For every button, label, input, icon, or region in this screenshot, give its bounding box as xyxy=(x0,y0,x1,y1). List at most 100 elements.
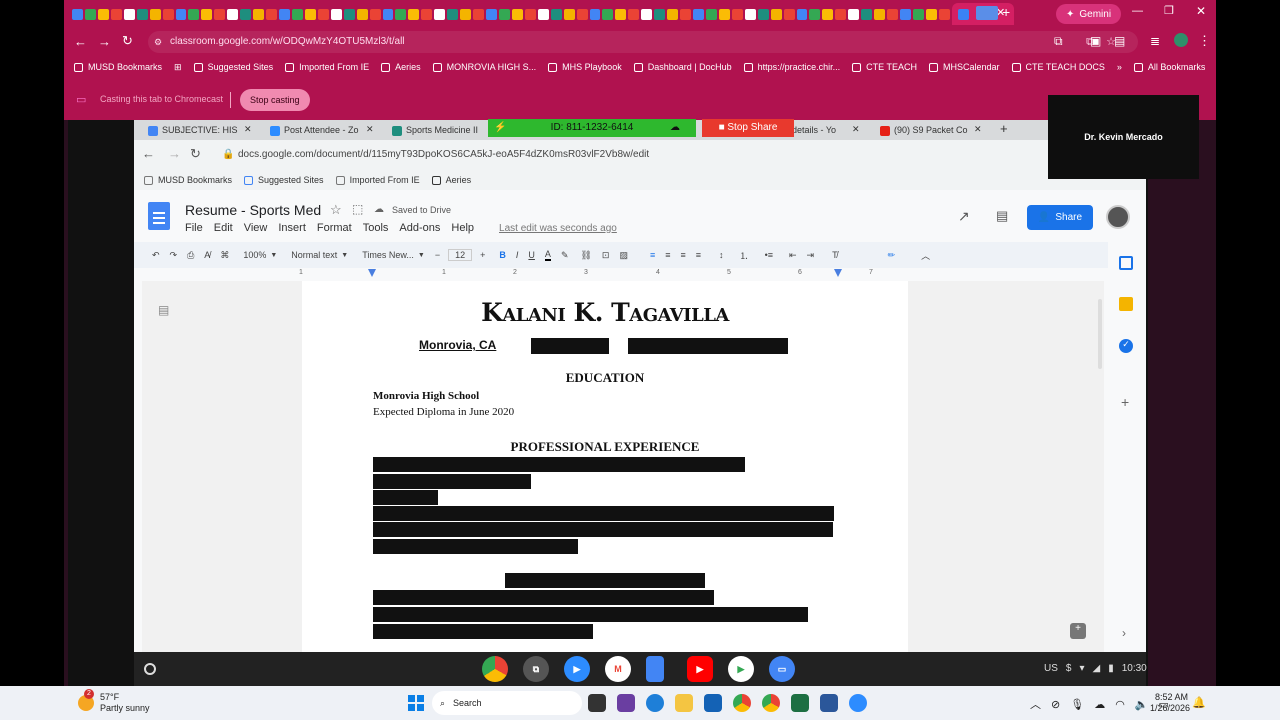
wifi-icon[interactable]: ◠ xyxy=(1115,698,1125,711)
play-store-icon[interactable]: ▶ xyxy=(728,656,754,682)
tab-favicon-icon[interactable] xyxy=(796,8,808,20)
tab-favicon-icon[interactable] xyxy=(110,8,122,20)
tab-favicon-icon[interactable] xyxy=(72,8,83,20)
meet-now-icon[interactable]: ⊘ xyxy=(1051,698,1060,711)
align-left-icon[interactable]: ≡ xyxy=(650,250,655,260)
document-page[interactable]: Kalani K. Tagavilla Monrovia, CA EDUCATI… xyxy=(302,281,908,652)
apps-grid-icon[interactable]: ⊞ xyxy=(174,62,182,73)
image-icon[interactable]: ▨ xyxy=(619,250,628,261)
new-tab-button[interactable]: + xyxy=(1002,4,1010,20)
text-color-icon[interactable]: A xyxy=(544,249,551,261)
tasks-icon[interactable]: ✓ xyxy=(1119,339,1133,353)
tab-favicon-icon[interactable] xyxy=(84,8,96,20)
forward-icon[interactable]: → xyxy=(98,34,111,49)
tab-favicon-icon[interactable] xyxy=(938,8,950,20)
tab-close-icon[interactable]: ✕ xyxy=(366,124,374,135)
bookmark-item[interactable]: https://practice.chir... xyxy=(743,62,840,72)
collapse-icon[interactable]: ︿ xyxy=(921,249,930,262)
tab-favicon-icon[interactable] xyxy=(563,8,575,20)
volume-icon[interactable]: 🔈 xyxy=(1135,698,1149,711)
inner-tab[interactable]: Post Attendee - Zo xyxy=(266,122,366,139)
align-center-icon[interactable]: ≡ xyxy=(665,250,670,260)
chrome-icon[interactable] xyxy=(733,694,751,712)
onedrive-icon[interactable]: ☁ xyxy=(1094,698,1105,711)
inner-tab[interactable]: (90) S9 Packet Co xyxy=(876,122,974,139)
sidepanel-icon[interactable]: ▣ xyxy=(1090,34,1101,48)
bookmark-item[interactable]: MONROVIA HIGH S... xyxy=(432,62,536,72)
tab-favicon-icon[interactable] xyxy=(201,8,213,20)
numbered-list-icon[interactable]: ⒈ xyxy=(740,249,749,262)
tab-favicon-icon[interactable] xyxy=(175,8,187,20)
menu-help[interactable]: Help xyxy=(451,222,474,234)
zoom-icon[interactable]: ▶ xyxy=(564,656,590,682)
paint-format-icon[interactable]: ⌘ xyxy=(220,250,229,261)
bookmark-item[interactable]: Dashboard | DocHub xyxy=(633,62,732,72)
menu-file[interactable]: File xyxy=(185,222,203,234)
tab-favicon-icon[interactable] xyxy=(770,8,782,20)
tab-favicon-icon[interactable] xyxy=(434,8,446,20)
tab-favicon-icon[interactable] xyxy=(615,8,627,20)
docs-icon[interactable] xyxy=(646,656,664,682)
task-view-icon[interactable] xyxy=(588,694,606,712)
decrease-font-icon[interactable]: − xyxy=(435,250,440,260)
add-addon-icon[interactable]: + xyxy=(1121,394,1129,410)
calendar-icon[interactable] xyxy=(1119,256,1133,270)
tab-favicon-icon[interactable] xyxy=(589,8,601,20)
redo-icon[interactable]: ↷ xyxy=(170,250,178,261)
bookmark-item[interactable]: Suggested Sites xyxy=(193,62,273,72)
scrollbar[interactable] xyxy=(1098,299,1102,369)
decrease-indent-icon[interactable]: ⇤ xyxy=(789,250,797,261)
tab-close-icon[interactable]: ✕ xyxy=(852,124,860,135)
tab-favicon-icon[interactable] xyxy=(356,8,368,20)
tab-favicon-icon[interactable] xyxy=(123,8,135,20)
share-button[interactable]: 👤 Share xyxy=(1027,205,1093,230)
pinned-tab-favicons[interactable] xyxy=(72,8,952,20)
bookmark-item[interactable]: Imported From IE xyxy=(285,62,369,72)
reload-icon[interactable]: ↻ xyxy=(122,33,133,49)
tab-favicon-icon[interactable] xyxy=(266,8,277,20)
omnibox[interactable]: ⚙ classroom.google.com/w/ODQwMzY4OTU5Mzl… xyxy=(148,31,1138,53)
tab-favicon-icon[interactable] xyxy=(628,8,640,20)
right-indent-marker-icon[interactable] xyxy=(834,269,842,277)
tab-favicon-icon[interactable] xyxy=(641,8,653,20)
tab-favicon-icon[interactable] xyxy=(705,8,717,20)
file-explorer-icon[interactable] xyxy=(675,694,693,712)
bookmark-item[interactable]: MUSD Bookmarks xyxy=(74,62,162,72)
italic-icon[interactable]: I xyxy=(516,250,519,260)
keep-icon[interactable] xyxy=(1119,297,1133,311)
copilot-icon[interactable] xyxy=(617,694,635,712)
tab-favicon-icon[interactable] xyxy=(667,8,679,20)
stop-casting-button[interactable]: Stop casting xyxy=(240,89,310,111)
tab-favicon-icon[interactable] xyxy=(447,8,459,20)
tab-favicon-icon[interactable] xyxy=(693,8,704,20)
bulleted-list-icon[interactable]: •≡ xyxy=(765,250,773,260)
tab-favicon-icon[interactable] xyxy=(291,8,303,20)
tab-favicon-icon[interactable] xyxy=(550,8,562,20)
notification-bell-icon[interactable]: 🔔 xyxy=(1192,696,1206,709)
maximize-icon[interactable]: ❐ xyxy=(1164,4,1174,17)
tab-favicon-icon[interactable] xyxy=(861,8,873,20)
forward-icon[interactable]: → xyxy=(168,146,181,161)
increase-font-icon[interactable]: + xyxy=(480,250,485,260)
system-tray[interactable]: ︿ ⊘ 🎙 ☁ ◠ 🔈 ▭ xyxy=(1030,696,1169,712)
tab-favicon-icon[interactable] xyxy=(822,8,834,20)
status-tray[interactable]: US $ ▾ ◢ ▮ 10:30 xyxy=(1044,663,1147,674)
style-select[interactable]: Normal text xyxy=(291,250,337,260)
tab-favicon-icon[interactable] xyxy=(524,8,536,20)
comments-icon[interactable]: ▤ xyxy=(996,208,1008,224)
increase-indent-icon[interactable]: ⇥ xyxy=(807,250,815,261)
tab-favicon-icon[interactable] xyxy=(537,8,549,20)
tab-favicon-icon[interactable] xyxy=(343,8,355,20)
comment-add-icon[interactable]: ⊡ xyxy=(602,250,610,261)
tab-favicon-icon[interactable] xyxy=(912,8,924,20)
tab-favicon-icon[interactable] xyxy=(498,8,510,20)
last-edit-link[interactable]: Last edit was seconds ago xyxy=(499,223,617,234)
chevron-down-icon[interactable]: ▼ xyxy=(270,252,277,259)
link-icon[interactable]: ⛓ xyxy=(580,250,591,261)
tab-favicon-icon[interactable] xyxy=(317,8,329,20)
chrome-profile-icon[interactable] xyxy=(762,694,780,712)
tab-favicon-icon[interactable] xyxy=(253,8,265,20)
gemini-button[interactable]: ✦ Gemini xyxy=(1056,4,1122,24)
tab-favicon-icon[interactable] xyxy=(395,8,407,20)
tab-close-icon[interactable]: ✕ xyxy=(974,124,982,135)
